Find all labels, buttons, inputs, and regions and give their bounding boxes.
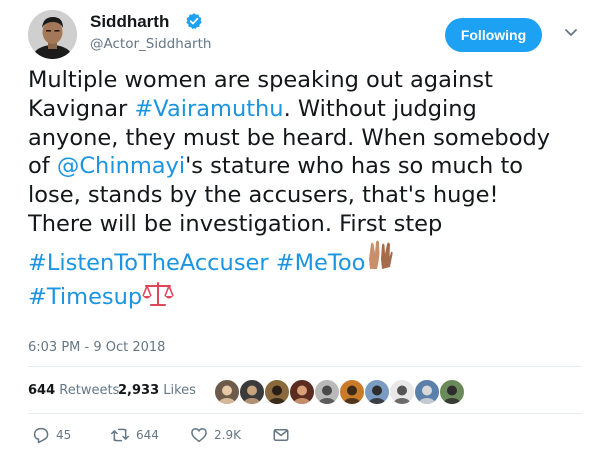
tweet-text-segment: . Without judging bbox=[283, 95, 477, 122]
tweet-text-segment: Kavignar bbox=[28, 95, 135, 122]
tweet-text-line: anyone, they must be heard. When somebod… bbox=[28, 124, 588, 153]
mention-link[interactable]: @Chinmayi bbox=[57, 153, 185, 179]
liker-avatar[interactable] bbox=[414, 379, 440, 405]
tweet-text-line: Kavignar #Vairamuthu. Without judging bbox=[28, 95, 588, 124]
tweet-text: Multiple women are speaking out against K… bbox=[28, 66, 588, 314]
hashtag-link[interactable]: #ListenToTheAccuser bbox=[28, 250, 269, 276]
like-button[interactable]: 2.9K bbox=[190, 424, 241, 446]
hashtag-link[interactable]: #MeToo bbox=[276, 250, 366, 276]
scales-icon bbox=[142, 281, 174, 315]
display-name[interactable]: Siddharth bbox=[90, 12, 169, 32]
like-count: 2.9K bbox=[214, 428, 241, 442]
hashtag-link[interactable]: #Timesup bbox=[28, 284, 142, 310]
hashtag-link[interactable]: #Vairamuthu bbox=[134, 96, 283, 122]
retweets-label: Retweets bbox=[59, 383, 120, 398]
liker-avatar[interactable] bbox=[364, 379, 390, 405]
tweet-text-line: There will be investigation. First step bbox=[28, 210, 588, 239]
likes-stat[interactable]: 2,933 Likes bbox=[118, 383, 196, 398]
tweet-stats: 644 Retweets 2,933 Likes bbox=[28, 370, 582, 412]
retweet-icon bbox=[111, 428, 129, 442]
tweet-header: Siddharth @Actor_Siddharth Following bbox=[0, 0, 600, 66]
tweet-timestamp[interactable]: 6:03 PM - 9 Oct 2018 bbox=[28, 340, 165, 355]
tweet-text-segment: There will be investigation. First step bbox=[28, 210, 443, 237]
envelope-icon bbox=[273, 429, 289, 441]
retweet-button[interactable]: 644 bbox=[110, 424, 159, 446]
tweet-text-segment: of bbox=[28, 153, 57, 180]
tweet-text-line: Multiple women are speaking out against bbox=[28, 66, 588, 95]
retweet-count: 644 bbox=[136, 428, 159, 442]
tweet-text-segment: anyone, they must be heard. When somebod… bbox=[28, 124, 551, 151]
liker-avatar[interactable] bbox=[339, 379, 365, 405]
tweet-text-segment: Multiple women are speaking out against bbox=[28, 67, 493, 93]
liker-avatar[interactable] bbox=[439, 379, 465, 405]
retweets-stat[interactable]: 644 Retweets bbox=[28, 383, 119, 398]
liker-avatar[interactable] bbox=[214, 379, 240, 405]
avatar[interactable] bbox=[28, 10, 77, 59]
likes-label: Likes bbox=[163, 383, 196, 398]
divider bbox=[28, 366, 582, 367]
liker-avatar[interactable] bbox=[264, 379, 290, 405]
liker-avatar[interactable] bbox=[289, 379, 315, 405]
liker-avatar[interactable] bbox=[389, 379, 415, 405]
divider bbox=[28, 413, 582, 414]
tweet-text-segment bbox=[269, 250, 276, 276]
heart-icon bbox=[191, 428, 207, 443]
tweet-text-line: of @Chinmayi's stature who has so much t… bbox=[28, 152, 588, 181]
following-button[interactable]: Following bbox=[445, 18, 542, 52]
reply-button[interactable]: 45 bbox=[32, 424, 71, 446]
avatar-photo bbox=[28, 10, 77, 59]
direct-message-button[interactable] bbox=[272, 424, 290, 446]
liker-avatar[interactable] bbox=[314, 379, 340, 405]
tweet-text-line: #ListenToTheAccuser #MeToo bbox=[28, 239, 588, 281]
retweets-count: 644 bbox=[28, 383, 56, 398]
verified-badge-icon bbox=[186, 13, 202, 30]
reply-icon bbox=[33, 427, 49, 444]
liker-avatar[interactable] bbox=[239, 379, 265, 405]
tweet-text-line: #Timesup bbox=[28, 281, 588, 315]
raised-hands-icon bbox=[365, 239, 395, 281]
tweet-text-segment: lose, stands by the accusers, that's hug… bbox=[28, 182, 499, 209]
tweet-text-segment: 's stature who has so much to bbox=[185, 153, 524, 180]
tweet-text-line: lose, stands by the accusers, that's hug… bbox=[28, 181, 588, 210]
reply-count: 45 bbox=[56, 428, 72, 442]
user-handle[interactable]: @Actor_Siddharth bbox=[90, 36, 211, 52]
tweet-actions: 45 644 2.9K bbox=[28, 424, 582, 448]
chevron-down-icon[interactable] bbox=[564, 28, 578, 38]
likes-count: 2,933 bbox=[118, 383, 160, 398]
